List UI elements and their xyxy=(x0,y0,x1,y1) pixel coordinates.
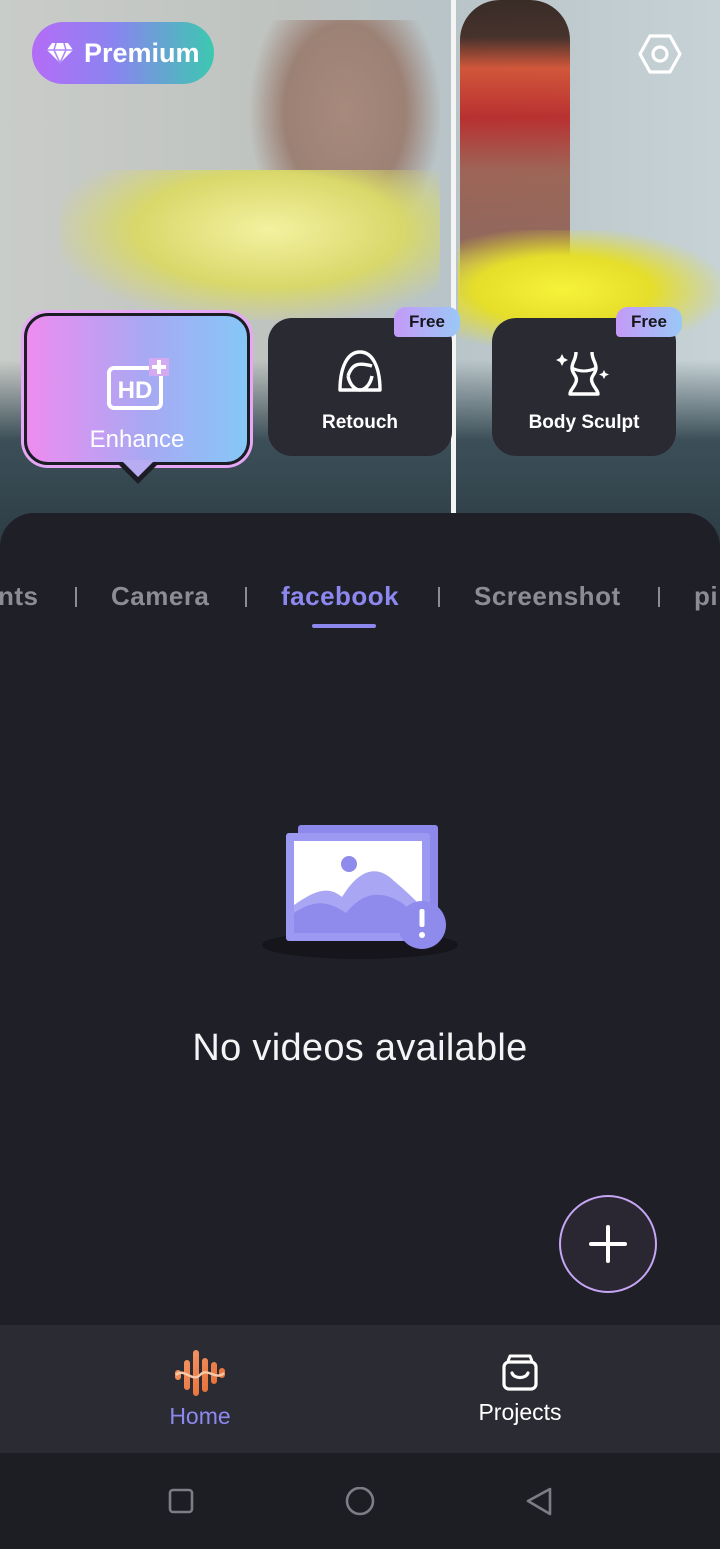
tab-camera[interactable]: Camera xyxy=(111,581,209,612)
tool-label: Retouch xyxy=(322,412,398,433)
tool-retouch[interactable]: Retouch xyxy=(268,318,452,456)
empty-state-message: No videos available xyxy=(192,1027,528,1069)
hero-banner[interactable] xyxy=(0,0,720,560)
free-badge: Free xyxy=(394,307,460,337)
diamond-icon xyxy=(47,42,73,65)
hd-enhance-icon: HD xyxy=(107,358,169,410)
no-media-image-icon xyxy=(262,825,458,959)
tool-label: Body Sculpt xyxy=(528,412,640,433)
selected-pointer-fill xyxy=(121,460,155,477)
free-badge: Free xyxy=(616,307,682,337)
svg-text:HD: HD xyxy=(118,377,153,404)
home-wave-icon xyxy=(175,1349,225,1396)
tab-separator xyxy=(75,587,77,607)
nav-home[interactable]: Home xyxy=(20,1325,380,1453)
tab-pictures[interactable]: pi xyxy=(694,581,718,612)
back-triangle-icon[interactable] xyxy=(524,1487,554,1517)
active-tab-indicator xyxy=(312,624,376,628)
nav-projects-label: Projects xyxy=(478,1398,562,1425)
settings-hexagon-icon[interactable] xyxy=(638,32,682,76)
system-navigation-bar xyxy=(0,1453,720,1549)
tab-separator xyxy=(438,587,440,607)
tool-enhance[interactable]: HD Enhance xyxy=(24,313,250,465)
premium-label: Premium xyxy=(84,37,200,68)
tab-screenshot[interactable]: Screenshot xyxy=(474,581,621,612)
before-after-divider[interactable] xyxy=(451,0,456,515)
body-sculpt-icon xyxy=(556,351,609,396)
album-tabs[interactable]: nts Camera facebook Screenshot pi xyxy=(0,581,720,621)
tab-separator xyxy=(658,587,660,607)
tab-recents[interactable]: nts xyxy=(0,581,39,612)
nav-home-label: Home xyxy=(169,1402,231,1429)
add-button[interactable] xyxy=(561,1197,655,1291)
tool-label: Enhance xyxy=(89,426,185,453)
hero-jetski-before xyxy=(60,170,440,320)
recents-square-icon[interactable] xyxy=(168,1487,194,1515)
home-circle-icon[interactable] xyxy=(344,1487,376,1517)
tab-separator xyxy=(245,587,247,607)
nav-projects[interactable]: Projects xyxy=(340,1325,700,1453)
tab-facebook[interactable]: facebook xyxy=(281,581,399,612)
plus-icon xyxy=(589,1225,627,1263)
tool-body-sculpt[interactable]: Body Sculpt xyxy=(492,318,676,456)
bottom-navigation: Home Projects xyxy=(0,1325,720,1453)
face-retouch-icon xyxy=(338,350,382,392)
premium-button[interactable]: Premium xyxy=(32,22,214,84)
projects-box-icon xyxy=(502,1354,538,1391)
